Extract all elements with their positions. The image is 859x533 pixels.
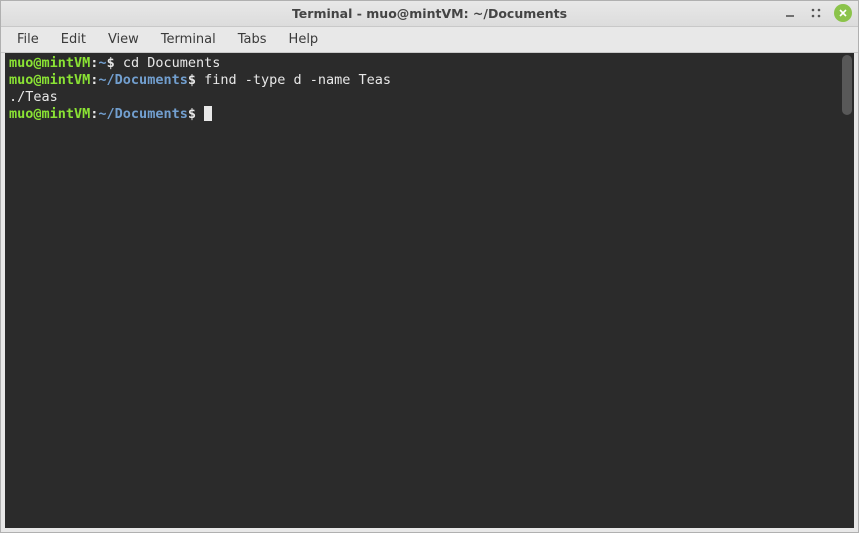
terminal-line: muo@mintVM:~/Documents$ find -type d -na… xyxy=(9,72,850,89)
close-icon xyxy=(838,8,848,18)
menu-file[interactable]: File xyxy=(7,29,49,50)
menu-view[interactable]: View xyxy=(98,29,149,50)
window-title: Terminal - muo@mintVM: ~/Documents xyxy=(292,6,567,21)
close-button[interactable] xyxy=(834,4,852,22)
terminal-wrap: muo@mintVM:~$ cd Documents muo@mintVM:~/… xyxy=(1,53,858,532)
prompt-user: muo@mintVM xyxy=(9,55,90,71)
menubar: File Edit View Terminal Tabs Help xyxy=(1,27,858,53)
output-text: ./Teas xyxy=(9,89,58,105)
prompt-dollar: $ xyxy=(188,72,204,88)
prompt-user: muo@mintVM xyxy=(9,106,90,122)
maximize-icon xyxy=(810,7,822,19)
prompt-user: muo@mintVM xyxy=(9,72,90,88)
prompt-path: ~/Documents xyxy=(98,72,187,88)
maximize-button[interactable] xyxy=(808,5,824,21)
prompt-dollar: $ xyxy=(188,106,204,122)
scrollbar-thumb[interactable] xyxy=(842,55,852,115)
prompt-dollar: $ xyxy=(107,55,123,71)
terminal-area[interactable]: muo@mintVM:~$ cd Documents muo@mintVM:~/… xyxy=(5,53,854,528)
titlebar[interactable]: Terminal - muo@mintVM: ~/Documents xyxy=(1,1,858,27)
terminal-line: muo@mintVM:~$ cd Documents xyxy=(9,55,850,72)
titlebar-controls xyxy=(782,4,852,22)
terminal-window: Terminal - muo@mintVM: ~/Documents xyxy=(0,0,859,533)
prompt-path: ~ xyxy=(98,55,106,71)
menu-edit[interactable]: Edit xyxy=(51,29,96,50)
minimize-button[interactable] xyxy=(782,5,798,21)
terminal-line: ./Teas xyxy=(9,89,850,106)
command-text: cd Documents xyxy=(123,55,221,71)
menu-help[interactable]: Help xyxy=(279,29,329,50)
cursor xyxy=(204,106,212,121)
command-text: find -type d -name Teas xyxy=(204,72,391,88)
terminal-line: muo@mintVM:~/Documents$ xyxy=(9,106,850,123)
menu-tabs[interactable]: Tabs xyxy=(228,29,277,50)
menu-terminal[interactable]: Terminal xyxy=(151,29,226,50)
minimize-icon xyxy=(784,7,796,19)
prompt-path: ~/Documents xyxy=(98,106,187,122)
